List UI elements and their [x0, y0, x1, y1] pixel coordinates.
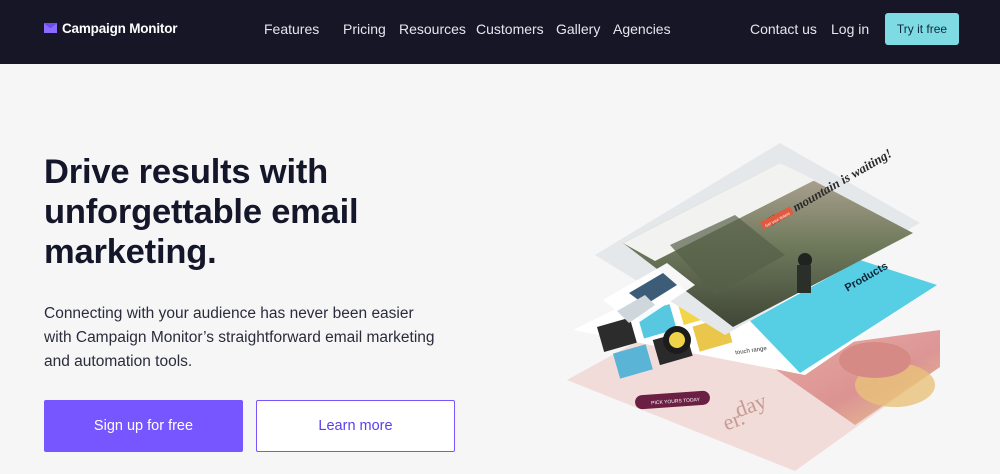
logo-text: Campaign Monitor: [62, 20, 178, 36]
hero-headline: Drive results with unforgettable email m…: [44, 152, 484, 272]
nav-link-gallery[interactable]: Gallery: [556, 21, 600, 37]
hero-subtext-line: with Campaign Monitor’s straightforward …: [44, 329, 435, 346]
nav-link-customers[interactable]: Customers: [476, 21, 544, 37]
try-it-free-button[interactable]: Try it free: [885, 13, 959, 45]
hero-subtext-line: Connecting with your audience has never …: [44, 305, 414, 322]
nav-link-pricing[interactable]: Pricing: [343, 21, 386, 37]
sign-up-button[interactable]: Sign up for free: [44, 400, 243, 452]
hero-subtext: Connecting with your audience has never …: [44, 302, 464, 374]
nav-link-resources[interactable]: Resources: [399, 21, 466, 37]
logo[interactable]: Campaign Monitor: [44, 18, 177, 38]
nav-item-features[interactable]: Features: [264, 20, 323, 38]
hero-headline-line: Drive results with: [44, 153, 328, 191]
top-navigation: Campaign Monitor Features Pricing Resour…: [0, 0, 1000, 64]
hero-headline-line: unforgettable email: [44, 193, 359, 231]
nav-link-contact[interactable]: Contact us: [750, 21, 817, 37]
nav-link-login[interactable]: Log in: [831, 21, 869, 37]
email-templates-illustration: PICK YOURS TODAY day er. Products touch …: [567, 143, 940, 471]
hero-subtext-line: and automation tools.: [44, 353, 193, 370]
nav-link-agencies[interactable]: Agencies: [613, 21, 671, 37]
nav-link-features[interactable]: Features: [264, 21, 319, 37]
hero-headline-line: marketing.: [44, 233, 217, 271]
learn-more-button[interactable]: Learn more: [256, 400, 455, 452]
envelope-logo-icon: [44, 23, 57, 33]
